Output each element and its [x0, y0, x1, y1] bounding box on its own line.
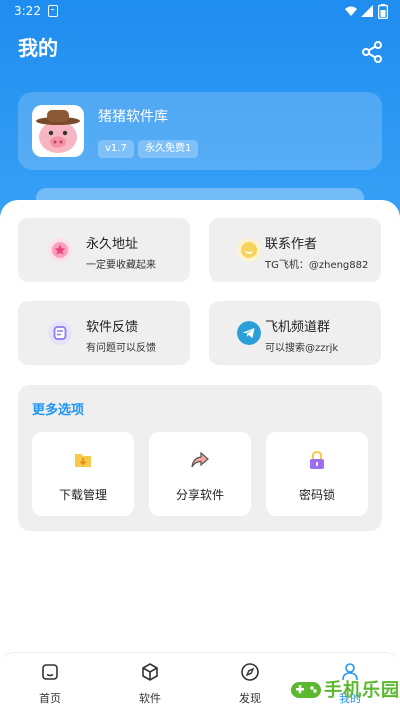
permanent-address-tile[interactable]: 永久地址 一定要收藏起来 [18, 218, 190, 282]
nav-label: 发现 [239, 692, 261, 705]
nav-label: 首页 [39, 692, 61, 705]
feedback-icon [48, 321, 72, 345]
more-options-panel: 更多选项 下载管理 分享软件 密码锁 [18, 385, 382, 531]
gamepad-icon [291, 682, 321, 698]
telegram-icon [237, 321, 261, 345]
battery-icon [378, 4, 388, 19]
box-icon [142, 663, 158, 681]
lock-icon [310, 450, 324, 469]
watermark-text: 手机乐园 [324, 680, 400, 701]
nav-label: 软件 [139, 692, 161, 705]
version-badge: v1.7 [98, 140, 134, 158]
tile-subtitle: 一定要收藏起来 [86, 260, 156, 271]
nav-software[interactable]: 软件 [100, 653, 200, 711]
page-title: 我的 [18, 36, 58, 60]
share-arrow-icon [191, 451, 209, 468]
share-icon[interactable] [360, 40, 384, 64]
download-folder-icon [75, 454, 91, 467]
tile-title: 飞机频道群 [265, 320, 331, 335]
option-label: 密码锁 [298, 488, 335, 502]
free-badge: 永久免费1 [138, 140, 199, 158]
home-icon [42, 664, 58, 680]
nav-home[interactable]: 首页 [0, 653, 100, 711]
more-options-title: 更多选项 [32, 403, 85, 418]
contact-author-tile[interactable]: 联系作者 TG飞机：@zheng882 [209, 218, 381, 282]
option-label: 下载管理 [58, 488, 107, 502]
tile-title: 永久地址 [86, 237, 139, 252]
share-app-button[interactable]: 分享软件 [149, 432, 251, 516]
status-time: 3:22 [14, 4, 41, 18]
status-bar: 3:22 [0, 0, 400, 24]
feedback-tile[interactable]: 软件反馈 有问题可以反馈 [18, 301, 190, 365]
tile-subtitle: 有问题可以反馈 [86, 343, 156, 354]
telegram-channel-tile[interactable]: 飞机频道群 可以搜索@zzrjk [209, 301, 381, 365]
notification-icon [48, 5, 58, 17]
tile-title: 联系作者 [265, 237, 318, 252]
signal-icon [361, 5, 373, 17]
smile-icon [237, 238, 261, 262]
option-label: 分享软件 [175, 488, 224, 502]
nav-discover[interactable]: 发现 [200, 653, 300, 711]
compass-icon [241, 663, 259, 681]
download-manager-button[interactable]: 下载管理 [32, 432, 134, 516]
tile-subtitle: TG飞机：@zheng882 [265, 260, 369, 271]
app-info-card[interactable]: 猪猪软件库 v1.7 永久免费1 [18, 92, 382, 170]
star-icon [48, 238, 72, 262]
password-lock-button[interactable]: 密码锁 [266, 432, 368, 516]
tile-title: 软件反馈 [86, 320, 139, 335]
app-name: 猪猪软件库 [98, 109, 168, 125]
watermark-logo: 手机乐园 [290, 672, 400, 706]
wifi-icon [345, 6, 357, 16]
pig-cowboy-logo [32, 105, 84, 157]
tile-subtitle: 可以搜索@zzrjk [265, 343, 339, 354]
